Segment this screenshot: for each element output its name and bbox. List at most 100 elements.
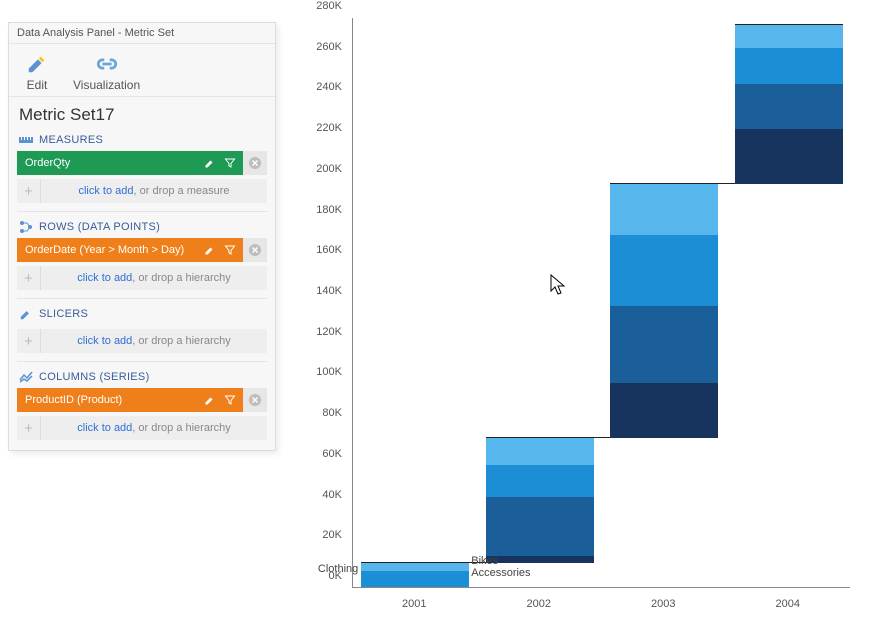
x-axis: 2001 2002 2003 2004 <box>352 594 850 612</box>
divider <box>17 361 267 362</box>
edit-icon <box>25 52 49 76</box>
bar-segment <box>735 84 843 129</box>
bar-segment <box>735 25 843 47</box>
remove-rows-button[interactable] <box>243 238 267 262</box>
bar-segment <box>735 48 843 85</box>
pencil-icon[interactable] <box>203 393 217 407</box>
slicers-label: SLICERS <box>39 308 88 320</box>
rows-label: ROWS (DATA POINTS) <box>39 221 160 233</box>
y-tick: 60K <box>300 448 342 460</box>
hierarchy-icon <box>19 220 33 234</box>
columns-label: COLUMNS (SERIES) <box>39 371 150 383</box>
rows-pill-orderdate[interactable]: OrderDate (Year > Month > Day) <box>17 238 267 262</box>
y-tick: 180K <box>300 204 342 216</box>
y-tick: 140K <box>300 285 342 297</box>
bars-layer <box>353 18 850 587</box>
add-measure-link[interactable]: click to add <box>78 185 133 197</box>
add-rows-link[interactable]: click to add <box>77 272 132 284</box>
bar-segment <box>486 438 594 464</box>
bar-segment <box>610 235 718 306</box>
slicer-icon <box>19 307 33 321</box>
series-annotation: Clothing <box>318 563 358 575</box>
y-tick: 240K <box>300 81 342 93</box>
add-columns-text: click to add, or drop a hierarchy <box>41 422 267 434</box>
add-columns-button[interactable]: + <box>17 416 41 440</box>
panel-toolbar: Edit Visualization <box>9 44 275 97</box>
divider <box>17 298 267 299</box>
add-measure-row: + click to add, or drop a measure <box>17 179 267 203</box>
x-tick: 2004 <box>776 598 800 610</box>
y-tick: 100K <box>300 366 342 378</box>
funnel-icon[interactable] <box>223 156 237 170</box>
measures-header: MEASURES <box>9 129 275 151</box>
x-tick: 2003 <box>651 598 675 610</box>
visualization-button[interactable]: Visualization <box>73 52 140 92</box>
y-tick: 20K <box>300 529 342 541</box>
divider <box>17 211 267 212</box>
bar-segment <box>610 306 718 383</box>
series-annotation: Accessories <box>471 567 530 579</box>
add-measure-button[interactable]: + <box>17 179 41 203</box>
y-tick: 200K <box>300 163 342 175</box>
measure-pill-label: OrderQty <box>17 157 197 169</box>
chart: 0K20K40K60K80K100K120K140K160K180K200K22… <box>300 10 860 610</box>
add-slicer-row: + click to add, or drop a hierarchy <box>17 329 267 353</box>
y-tick: 280K <box>300 0 342 12</box>
bar-2004[interactable] <box>735 25 843 184</box>
series-icon <box>19 370 33 384</box>
bar-segment <box>361 563 469 571</box>
plot-area: ClothingBikesAccessories <box>352 18 850 588</box>
add-rows-text: click to add, or drop a hierarchy <box>41 272 267 284</box>
funnel-icon[interactable] <box>223 243 237 257</box>
add-rows-row: + click to add, or drop a hierarchy <box>17 266 267 290</box>
rows-header: ROWS (DATA POINTS) <box>9 216 275 238</box>
x-tick: 2002 <box>527 598 551 610</box>
link-icon <box>95 52 119 76</box>
bar-segment <box>735 129 843 184</box>
metric-set-title: Metric Set17 <box>9 97 275 129</box>
bar-2002[interactable] <box>486 438 594 562</box>
add-slicer-button[interactable]: + <box>17 329 41 353</box>
edit-button[interactable]: Edit <box>25 52 49 92</box>
y-tick: 220K <box>300 122 342 134</box>
bar-segment <box>486 497 594 556</box>
add-rows-button[interactable]: + <box>17 266 41 290</box>
columns-pill-productid[interactable]: ProductID (Product) <box>17 388 267 412</box>
pencil-icon[interactable] <box>203 243 217 257</box>
x-tick: 2001 <box>402 598 426 610</box>
panel-title: Data Analysis Panel - Metric Set <box>9 23 275 44</box>
bar-segment <box>486 465 594 498</box>
rows-pill-label: OrderDate (Year > Month > Day) <box>17 244 197 256</box>
remove-measure-button[interactable] <box>243 151 267 175</box>
add-columns-link[interactable]: click to add <box>77 422 132 434</box>
bar-segment <box>610 184 718 235</box>
edit-label: Edit <box>27 78 48 92</box>
columns-header: COLUMNS (SERIES) <box>9 366 275 388</box>
add-slicer-text: click to add, or drop a hierarchy <box>41 335 267 347</box>
y-tick: 160K <box>300 244 342 256</box>
pencil-icon[interactable] <box>203 156 217 170</box>
remove-columns-button[interactable] <box>243 388 267 412</box>
y-tick: 120K <box>300 326 342 338</box>
series-annotation: Bikes <box>471 555 498 567</box>
add-columns-row: + click to add, or drop a hierarchy <box>17 416 267 440</box>
ruler-icon <box>19 133 33 147</box>
funnel-icon[interactable] <box>223 393 237 407</box>
bar-segment <box>610 383 718 438</box>
y-axis: 0K20K40K60K80K100K120K140K160K180K200K22… <box>300 10 348 610</box>
add-slicer-link[interactable]: click to add <box>77 335 132 347</box>
measures-label: MEASURES <box>39 134 103 146</box>
bar-segment <box>361 571 469 587</box>
y-tick: 40K <box>300 489 342 501</box>
measure-pill-orderqty[interactable]: OrderQty <box>17 151 267 175</box>
slicers-header: SLICERS <box>9 303 275 325</box>
columns-pill-label: ProductID (Product) <box>17 394 197 406</box>
step-line <box>735 24 843 25</box>
bar-2003[interactable] <box>610 184 718 438</box>
y-tick: 80K <box>300 407 342 419</box>
bar-segment <box>486 556 594 562</box>
bar-2001[interactable] <box>361 563 469 587</box>
data-analysis-panel: Data Analysis Panel - Metric Set Edit Vi… <box>8 22 276 451</box>
visualization-label: Visualization <box>73 78 140 92</box>
add-measure-text: click to add, or drop a measure <box>41 185 267 197</box>
